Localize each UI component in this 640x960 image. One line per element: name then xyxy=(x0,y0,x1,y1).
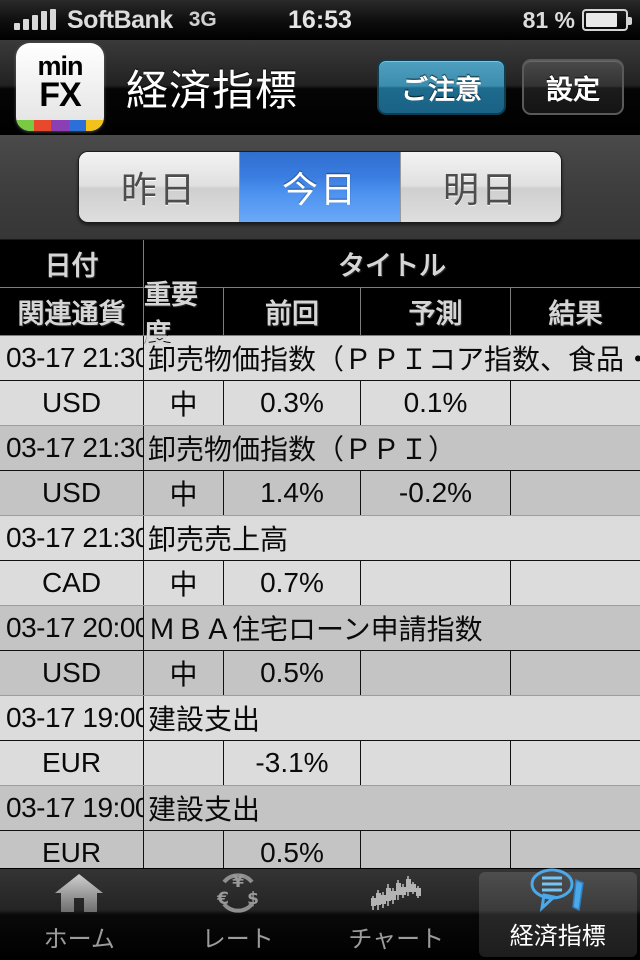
tab-rate[interactable]: ¥ € $ レート xyxy=(159,869,318,960)
cell-importance: 中 xyxy=(143,471,223,515)
cell-time: 03-17 19:00 xyxy=(6,702,143,733)
cell-title: ＭＢＡ住宅ローン申請指数 xyxy=(143,606,640,650)
svg-text:€: € xyxy=(216,889,229,909)
minfx-logo[interactable]: min FX xyxy=(16,43,104,131)
cell-result xyxy=(510,471,640,515)
cell-time: 03-17 21:30 xyxy=(6,522,143,553)
cell-currency: USD xyxy=(41,657,102,688)
cell-importance xyxy=(143,741,223,785)
cell-result xyxy=(510,741,640,785)
table-row-primary: 03-17 21:30 卸売売上高 xyxy=(0,516,640,561)
cell-currency: EUR xyxy=(41,747,102,778)
tab-chart-label: チャート xyxy=(348,926,445,953)
speech-bubble-megaphone-icon xyxy=(527,866,589,914)
caution-button[interactable]: ご注意 xyxy=(377,59,506,115)
svg-text:¥: ¥ xyxy=(232,872,244,892)
day-segmented-control[interactable]: 昨日 今日 明日 xyxy=(78,151,562,223)
cell-previous: 1.4% xyxy=(223,471,360,515)
table-row-secondary: EUR -3.1% xyxy=(0,741,640,786)
table-row[interactable]: 03-17 20:00 ＭＢＡ住宅ローン申請指数 USD 中 0.5% xyxy=(0,606,640,696)
nav-button-group: ご注意 設定 xyxy=(377,59,624,115)
table-header-row-bottom: 関連通貨 重要度 前回 予測 結果 xyxy=(0,280,640,349)
table-header-row-top: 日付 タイトル xyxy=(0,240,640,288)
cell-time: 03-17 21:30 xyxy=(6,342,143,373)
table-row-primary: 03-17 21:30 卸売物価指数（ＰＰＩ） xyxy=(0,426,640,471)
cell-title: 建設支出 xyxy=(143,786,640,830)
table-row[interactable]: 03-17 19:00 建設支出 EUR -3.1% xyxy=(0,696,640,786)
segment-tomorrow[interactable]: 明日 xyxy=(400,152,561,222)
table-row-primary: 03-17 19:00 建設支出 xyxy=(0,786,640,831)
cell-result xyxy=(510,381,640,425)
table-row-primary: 03-17 20:00 ＭＢＡ住宅ローン申請指数 xyxy=(0,606,640,651)
cell-title: 卸売物価指数（ＰＰＩコア指数、食品・エネルギー除 xyxy=(143,336,640,380)
tab-home-label: ホーム xyxy=(43,926,115,953)
economic-indicator-list[interactable]: 03-17 21:30 卸売物価指数（ＰＰＩコア指数、食品・エネルギー除 USD… xyxy=(0,336,640,874)
battery-icon xyxy=(582,9,632,31)
svg-text:$: $ xyxy=(247,889,259,909)
table-row-secondary: USD 中 1.4% -0.2% xyxy=(0,471,640,516)
home-icon xyxy=(53,869,105,917)
col-header-result: 結果 xyxy=(510,288,640,336)
cell-importance: 中 xyxy=(143,381,223,425)
cell-previous: 0.5% xyxy=(223,651,360,695)
status-time: 16:53 xyxy=(288,5,352,34)
tab-economic-indicators[interactable]: 経済指標 xyxy=(478,868,637,957)
cell-currency: USD xyxy=(41,387,102,418)
table-row[interactable]: 03-17 21:30 卸売売上高 CAD 中 0.7% xyxy=(0,516,640,606)
col-header-forecast: 予測 xyxy=(360,288,510,336)
cell-previous: -3.1% xyxy=(223,741,360,785)
tab-home[interactable]: ホーム xyxy=(0,869,159,960)
cell-forecast: 0.1% xyxy=(360,381,510,425)
candlestick-chart-icon xyxy=(368,869,424,917)
cell-time: 03-17 19:00 xyxy=(6,792,143,823)
table-row-primary: 03-17 21:30 卸売物価指数（ＰＰＩコア指数、食品・エネルギー除 xyxy=(0,336,640,381)
table-row-secondary: USD 中 0.5% xyxy=(0,651,640,696)
cell-result xyxy=(510,561,640,605)
cell-forecast xyxy=(360,651,510,695)
cell-result xyxy=(510,651,640,695)
col-header-importance: 重要度 xyxy=(143,280,223,349)
table-row[interactable]: 03-17 21:30 卸売物価指数（ＰＰＩ） USD 中 1.4% -0.2% xyxy=(0,426,640,516)
cell-title: 建設支出 xyxy=(143,696,640,740)
cell-previous: 0.3% xyxy=(223,381,360,425)
table-row-secondary: USD 中 0.3% 0.1% xyxy=(0,381,640,426)
segment-today[interactable]: 今日 xyxy=(239,152,400,222)
tab-bar: ホーム ¥ € $ レート チャート 経済指標 xyxy=(0,868,640,960)
logo-line-fx: FX xyxy=(39,76,81,115)
cell-time: 03-17 20:00 xyxy=(6,612,143,643)
segment-yesterday[interactable]: 昨日 xyxy=(79,152,239,222)
cell-currency: USD xyxy=(41,477,102,508)
tab-economic-indicators-label: 経済指標 xyxy=(509,923,606,950)
table-row-secondary: CAD 中 0.7% xyxy=(0,561,640,606)
currency-exchange-icon: ¥ € $ xyxy=(212,869,264,917)
tab-chart[interactable]: チャート xyxy=(317,869,476,960)
app-root: SoftBank 3G 16:53 81 % min FX 経済指標 ご注意 設… xyxy=(0,0,640,960)
table-row[interactable]: 03-17 21:30 卸売物価指数（ＰＰＩコア指数、食品・エネルギー除 USD… xyxy=(0,336,640,426)
cell-title: 卸売売上高 xyxy=(143,516,640,560)
page-title: 経済指標 xyxy=(126,66,299,114)
col-header-currency: 関連通貨 xyxy=(0,288,143,336)
table-row[interactable]: 03-17 19:00 建設支出 EUR 0.5% xyxy=(0,786,640,874)
cell-importance: 中 xyxy=(143,651,223,695)
cell-importance: 中 xyxy=(143,561,223,605)
cell-forecast: -0.2% xyxy=(360,471,510,515)
cell-time: 03-17 21:30 xyxy=(6,432,143,463)
col-header-previous: 前回 xyxy=(223,288,360,336)
table-header: 日付 タイトル 関連通貨 重要度 前回 予測 結果 xyxy=(0,240,640,349)
status-bar: SoftBank 3G 16:53 81 % xyxy=(0,0,640,40)
table-row-primary: 03-17 19:00 建設支出 xyxy=(0,696,640,741)
cell-currency: CAD xyxy=(41,567,102,598)
cell-forecast xyxy=(360,561,510,605)
logo-color-stripes xyxy=(16,120,104,131)
tab-rate-label: レート xyxy=(201,926,274,953)
cell-forecast xyxy=(360,741,510,785)
cell-title: 卸売物価指数（ＰＰＩ） xyxy=(143,426,640,470)
col-header-date: 日付 xyxy=(0,240,143,288)
segmented-control-bar: 昨日 今日 明日 xyxy=(0,135,640,240)
cell-previous: 0.7% xyxy=(223,561,360,605)
nav-bar: min FX 経済指標 ご注意 設定 xyxy=(0,40,640,135)
settings-button[interactable]: 設定 xyxy=(522,59,624,115)
